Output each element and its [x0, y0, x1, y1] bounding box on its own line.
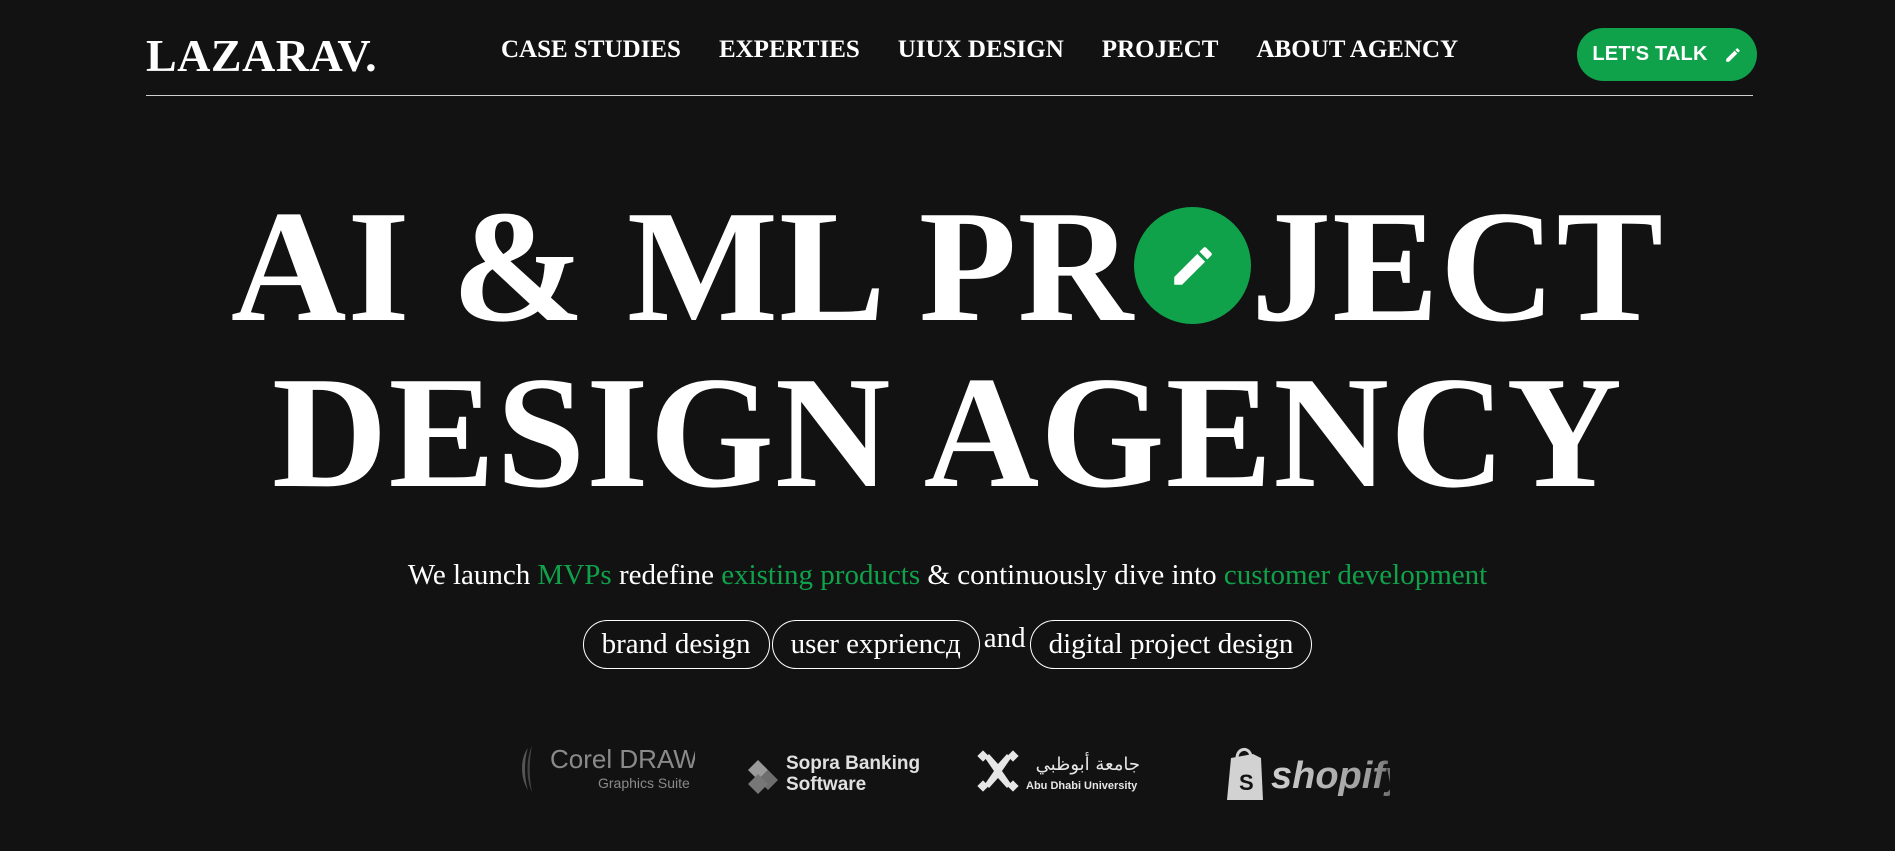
brand-logo[interactable]: LAZARAV.: [146, 28, 377, 84]
hero-title-part-1: AI & ML PR: [230, 177, 1135, 355]
shopify-logo: S shopify: [1227, 748, 1390, 800]
pill-brand-design[interactable]: brand design: [582, 620, 770, 669]
svg-text:جامعة أبوظبي: جامعة أبوظبي: [1036, 752, 1140, 775]
tagline-highlight-customer-development: customer development: [1223, 559, 1488, 591]
lets-talk-button[interactable]: LET'S TALK: [1577, 28, 1757, 81]
svg-text:Corel DRAW: Corel DRAW: [550, 744, 695, 774]
hero-title-line-1: AI & ML PR JECT: [0, 186, 1895, 346]
nav-case-studies[interactable]: CASE STUDIES: [501, 34, 681, 66]
svg-text:Abu Dhabi University: Abu Dhabi University: [1026, 780, 1138, 792]
tagline-text-2: redefine: [611, 559, 722, 591]
nav-project[interactable]: PROJECT: [1102, 34, 1219, 66]
svg-text:Sopra Banking: Sopra Banking: [786, 753, 920, 774]
tagline-text-3: & continuously dive into: [920, 559, 1224, 591]
nav-about-agency[interactable]: ABOUT AGENCY: [1256, 34, 1458, 66]
sopra-line-1: Sopra Banking: [786, 753, 920, 774]
main-nav: CASE STUDIES EXPERTIES UIUX DESIGN PROJE…: [501, 34, 1458, 66]
client-logos: Corel DRAW Graphics Suite Sopra Banking …: [520, 738, 1390, 808]
site-header: LAZARAV. CASE STUDIES EXPERTIES UIUX DES…: [146, 0, 1757, 96]
tagline-highlight-existing-products: existing products: [721, 559, 921, 591]
shopify-name: shopify: [1271, 755, 1390, 797]
adu-english: Abu Dhabi University: [1026, 780, 1138, 792]
tagline-highlight-mvps: MVPs: [537, 559, 612, 591]
svg-text:shopify: shopify: [1271, 755, 1390, 797]
pencil-icon: [1724, 46, 1742, 64]
pill-user-experience[interactable]: user expriencд: [771, 620, 980, 669]
service-pills: brand design user expriencд and digital …: [0, 620, 1895, 669]
coreldraw-sub: Graphics Suite: [598, 775, 690, 791]
pill-digital-project-design[interactable]: digital project design: [1029, 620, 1313, 669]
tagline-text-1: We launch: [407, 559, 538, 591]
svg-text:S: S: [1239, 770, 1254, 795]
hero-title-part-2: JECT: [1251, 177, 1665, 355]
nav-experties[interactable]: EXPERTIES: [719, 34, 860, 66]
coreldraw-name: Corel DRAW: [550, 744, 695, 774]
adu-arabic: جامعة أبوظبي: [1036, 752, 1140, 775]
sopra-line-2: Software: [786, 774, 866, 795]
hero-title-line-2: DESIGN AGENCY: [271, 343, 1624, 521]
pill-connector: and: [983, 622, 1026, 654]
sopra-banking-logo: Sopra Banking Software: [748, 753, 920, 795]
pencil-icon[interactable]: [1134, 207, 1252, 324]
abu-dhabi-university-logo: جامعة أبوظبي Abu Dhabi University: [977, 750, 1140, 792]
hero-tagline: We launch MVPs redefine existing product…: [0, 555, 1895, 595]
coreldraw-logo: Corel DRAW Graphics Suite: [522, 744, 695, 792]
nav-uiux-design[interactable]: UIUX DESIGN: [898, 34, 1064, 66]
svg-text:Software: Software: [786, 774, 866, 795]
lets-talk-label: LET'S TALK: [1592, 43, 1708, 65]
svg-text:Graphics Suite: Graphics Suite: [598, 775, 690, 791]
